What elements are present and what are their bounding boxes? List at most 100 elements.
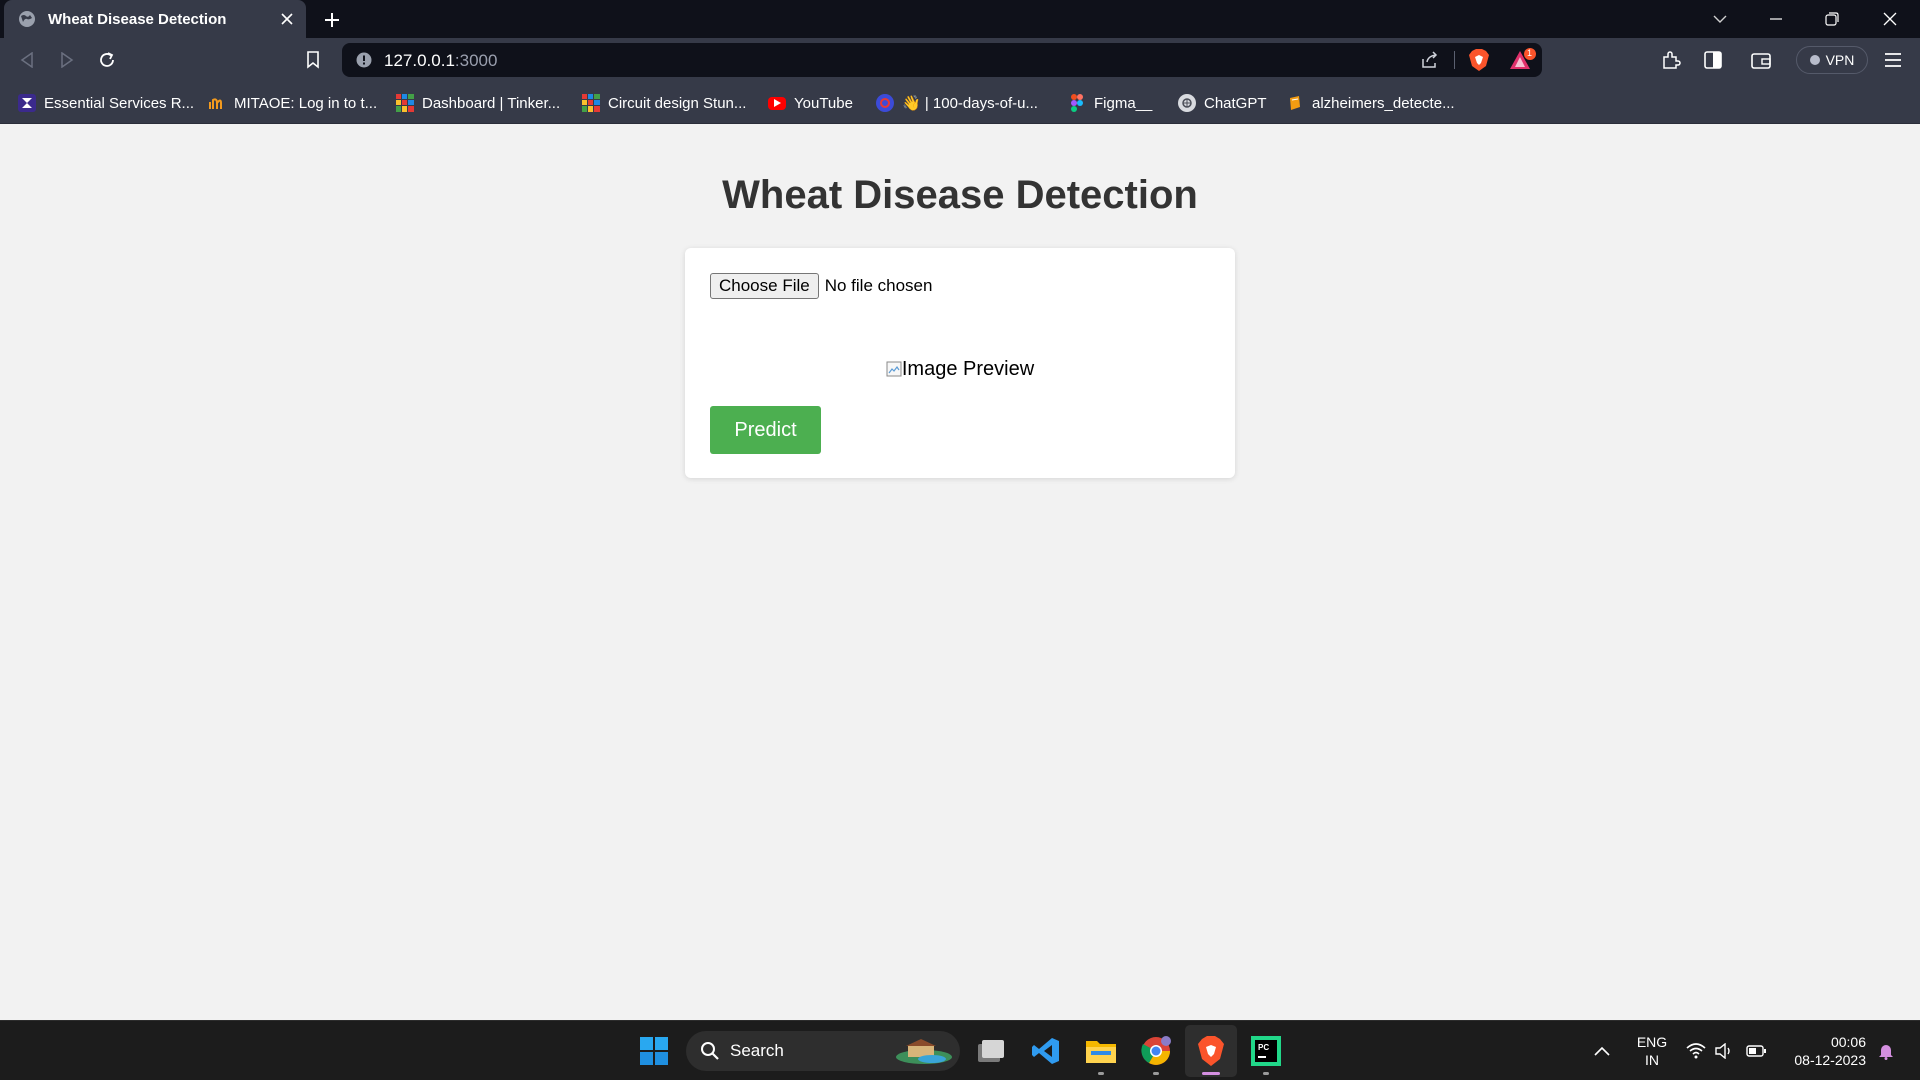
close-tab-icon[interactable] — [278, 10, 296, 28]
bookmark-chatgpt[interactable]: ChatGPT — [1178, 91, 1267, 115]
bookmark-circuit-design[interactable]: Circuit design Stun... — [582, 91, 746, 115]
image-preview: Image Preview — [685, 358, 1235, 381]
predict-button[interactable]: Predict — [710, 406, 821, 454]
wifi-icon — [1686, 1043, 1706, 1059]
language-indicator[interactable]: ENG IN — [1630, 1033, 1674, 1069]
back-button[interactable] — [14, 47, 40, 73]
pycharm-button[interactable]: PC — [1248, 1033, 1284, 1075]
upload-card: Choose File No file chosen Image Preview… — [685, 248, 1235, 478]
forward-arrow-icon — [61, 52, 74, 68]
image-preview-alt: Image Preview — [901, 358, 1035, 380]
tab-title: Wheat Disease Detection — [48, 10, 227, 28]
svg-text:PC: PC — [1258, 1043, 1269, 1052]
close-window-button[interactable] — [1862, 0, 1918, 38]
bookmark-icon — [307, 51, 319, 69]
mitaoe-icon — [208, 94, 226, 112]
tab-strip: Wheat Disease Detection — [0, 0, 1920, 38]
bookmark-label: Dashboard | Tinker... — [422, 94, 561, 112]
bookmark-youtube[interactable]: YouTube — [768, 91, 853, 115]
task-view-button[interactable] — [973, 1033, 1009, 1069]
forward-button[interactable] — [54, 47, 80, 73]
language-code: ENG — [1636, 1034, 1668, 1050]
share-icon[interactable] — [1420, 50, 1440, 70]
bookmark-mitaoe[interactable]: MITAOE: Log in to t... — [208, 91, 377, 115]
bookmark-alzheimers[interactable]: alzheimers_detecte... — [1286, 91, 1455, 115]
chevron-down-icon — [1713, 15, 1727, 23]
url-text[interactable]: 127.0.0.1:3000 — [384, 51, 497, 71]
youtube-icon — [768, 96, 786, 110]
figma-icon — [1068, 94, 1086, 112]
show-hidden-icons-button[interactable] — [1584, 1033, 1620, 1069]
vscode-icon — [1032, 1038, 1059, 1064]
vscode-button[interactable] — [1028, 1033, 1064, 1069]
bookmark-button[interactable] — [300, 47, 326, 73]
globe-icon — [19, 11, 35, 27]
windows-icon — [640, 1037, 668, 1065]
folder-icon — [1086, 1041, 1116, 1063]
url-port: :3000 — [454, 51, 498, 70]
minimize-icon — [1770, 18, 1782, 20]
search-label: Search — [730, 1041, 784, 1060]
tinkercad-icon — [396, 94, 414, 112]
search-icon — [701, 1042, 719, 1060]
running-indicator — [1098, 1072, 1104, 1075]
url-host: 127.0.0.1 — [384, 51, 455, 70]
reload-button[interactable] — [94, 47, 120, 73]
bookmark-tinkercad-dashboard[interactable]: Dashboard | Tinker... — [396, 91, 560, 115]
reload-icon — [100, 52, 114, 67]
chevron-up-icon — [1594, 1046, 1610, 1056]
region-code: IN — [1645, 1052, 1659, 1068]
rewards-badge: 1 — [1527, 48, 1533, 58]
running-indicator — [1263, 1072, 1269, 1075]
new-tab-button[interactable] — [320, 8, 344, 32]
browser-toolbar: 127.0.0.1:3000 1 VPN — [0, 38, 1920, 82]
brave-button[interactable] — [1193, 1033, 1229, 1075]
start-button[interactable] — [636, 1033, 672, 1069]
bookmark-figma[interactable]: Figma__ — [1068, 91, 1152, 115]
notifications-button[interactable] — [1868, 1033, 1904, 1069]
clock[interactable]: 00:06 08-12-2023 — [1780, 1033, 1866, 1069]
battery-button[interactable] — [1738, 1033, 1774, 1069]
taskbar-search[interactable]: Search — [686, 1031, 960, 1071]
volume-button[interactable] — [1706, 1033, 1742, 1069]
brave-rewards-button[interactable]: 1 — [1508, 47, 1538, 73]
colab-icon — [1286, 94, 1304, 112]
bookmark-label: alzheimers_detecte... — [1312, 94, 1455, 112]
vpn-label: VPN — [1825, 52, 1855, 68]
choose-file-button[interactable]: Choose File — [710, 273, 819, 299]
broken-image-icon — [886, 361, 902, 377]
taskbar: Search PC ENG IN 00:06 08-12-2023 — [0, 1020, 1920, 1080]
bell-icon — [1879, 1045, 1893, 1060]
sidebar-icon[interactable] — [1702, 49, 1724, 71]
file-input[interactable]: Choose File No file chosen — [710, 273, 932, 299]
chrome-button[interactable] — [1138, 1033, 1174, 1075]
page-viewport: Wheat Disease Detection Choose File No f… — [0, 124, 1920, 1020]
bookmark-label: Circuit design Stun... — [608, 94, 747, 112]
brave-shields-icon[interactable] — [1468, 48, 1490, 72]
extensions-icon[interactable] — [1660, 49, 1682, 71]
tab-list-button[interactable] — [1692, 0, 1748, 38]
brave-icon — [1198, 1036, 1224, 1066]
restore-button[interactable] — [1804, 0, 1860, 38]
bookmarks-bar: Essential Services R... MITAOE: Log in t… — [0, 82, 1920, 124]
bookmark-100-days[interactable]: 👋 | 100-days-of-u... — [876, 91, 1038, 115]
minimize-button[interactable] — [1748, 0, 1804, 38]
bookmark-essential-services[interactable]: Essential Services R... — [18, 91, 194, 115]
search-highlight-icon — [896, 1039, 952, 1064]
vpn-button[interactable]: VPN — [1796, 46, 1868, 74]
bookmark-label: YouTube — [794, 94, 853, 112]
wallet-icon[interactable] — [1750, 49, 1772, 71]
battery-icon — [1746, 1045, 1766, 1057]
essential-services-icon — [18, 94, 36, 112]
restore-icon — [1825, 12, 1839, 26]
active-indicator — [1202, 1072, 1220, 1075]
tab-active[interactable]: Wheat Disease Detection — [4, 0, 306, 38]
site-info-icon[interactable] — [356, 52, 372, 68]
file-status-text: No file chosen — [824, 276, 933, 295]
address-bar[interactable]: 127.0.0.1:3000 1 — [342, 43, 1542, 77]
clock-date: 08-12-2023 — [1794, 1052, 1866, 1068]
bookmark-label: Figma__ — [1094, 94, 1153, 112]
file-explorer-button[interactable] — [1083, 1033, 1119, 1075]
bookmark-label: ChatGPT — [1204, 94, 1267, 112]
menu-icon[interactable] — [1882, 49, 1904, 71]
